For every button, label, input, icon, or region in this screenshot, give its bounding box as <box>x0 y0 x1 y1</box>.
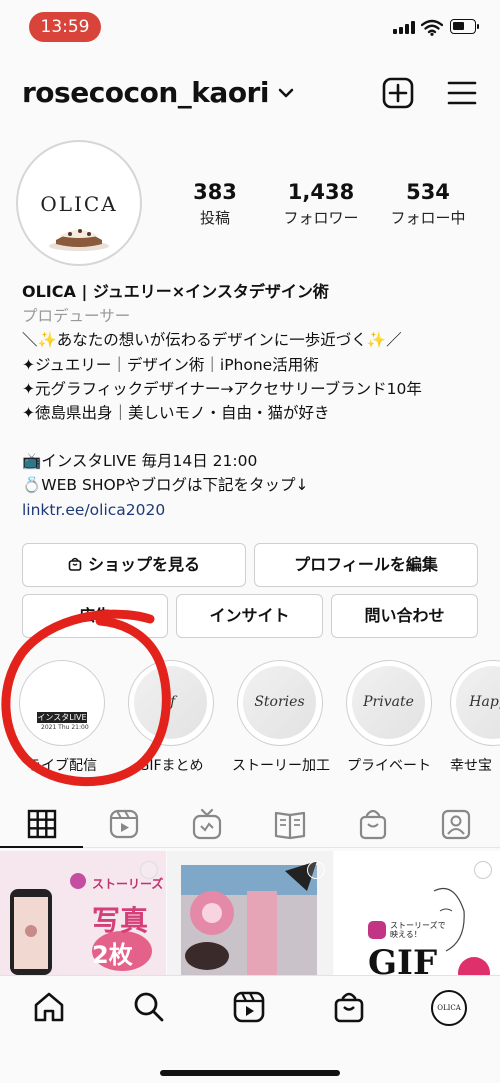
post-thumbnail[interactable] <box>167 851 333 975</box>
highlight-label: 幸せ宝 <box>450 758 492 774</box>
profile-bio: OLICA | ジュエリー×インスタデザイン術 プロデューサー ＼✨あなたの想い… <box>22 280 492 522</box>
home-icon[interactable] <box>32 990 66 1024</box>
highlight-cover: Private <box>346 660 432 746</box>
bio-line: ✦徳島県出身｜美しいモノ・自由・猫が好き <box>22 404 330 423</box>
stat-following[interactable]: 534 フォロー中 <box>373 180 483 228</box>
followers-label: フォロワー <box>283 209 359 227</box>
stat-posts[interactable]: 383 投稿 <box>160 180 270 228</box>
category-label: プロデューサー <box>22 307 131 326</box>
highlight-label: GIFまとめ <box>138 758 204 774</box>
avatar: OLICA <box>24 148 134 258</box>
search-icon[interactable] <box>132 990 166 1024</box>
highlight-image: インスタLIVE 2021 Thu 21:00 <box>25 666 98 739</box>
profile-avatar-tab[interactable]: OLICA <box>431 990 467 1026</box>
edit-profile-label: プロフィールを編集 <box>294 555 438 574</box>
shop-icon[interactable] <box>332 990 366 1024</box>
highlight-item[interactable]: if GIFまとめ <box>123 660 219 775</box>
post-thumbnail[interactable]: ストーリーズ 写真 2枚 <box>0 851 166 975</box>
home-indicator <box>160 1070 340 1076</box>
new-post-icon[interactable] <box>382 77 414 109</box>
bio-line: ＼✨あなたの想いが伝わるデザインに一歩近づく✨／ <box>22 331 402 350</box>
followers-count: 1,438 <box>287 180 355 204</box>
ads-button-label: 広告 <box>78 606 111 625</box>
post-title: GIF <box>368 943 438 975</box>
post-title: 2枚 <box>92 941 133 969</box>
edit-profile-button[interactable]: プロフィールを編集 <box>254 543 478 587</box>
status-bar: 13:59 <box>0 0 500 54</box>
live-badge: インスタLIVE <box>37 712 87 723</box>
highlight-label: プライベート <box>347 758 431 774</box>
posts-label: 投稿 <box>199 209 230 227</box>
avatar-logo-text: OLICA <box>40 192 118 216</box>
insights-button-label: インサイト <box>209 606 290 625</box>
chevron-down-icon[interactable] <box>278 86 294 100</box>
insights-button[interactable]: インサイト <box>176 594 323 638</box>
highlight-item[interactable]: Happy 幸せ宝 <box>450 660 500 775</box>
post-grid: ストーリーズ 写真 2枚 ストーリーズで 映える！ GIF <box>0 851 500 975</box>
menu-icon[interactable] <box>446 77 478 109</box>
highlight-cover: if <box>128 660 214 746</box>
profile-tabs <box>0 800 500 848</box>
wifi-icon <box>421 19 443 36</box>
highlight-cover-text: Stories <box>243 666 316 739</box>
post-title: 写真 <box>92 904 149 937</box>
highlight-cover: インスタLIVE 2021 Thu 21:00 <box>19 660 105 746</box>
highlight-item[interactable]: Stories ストーリー加工 <box>232 660 330 775</box>
bio-line: 📺インスタLIVE 毎月14日 21:00 <box>22 452 258 471</box>
profile-header: rosecocon_kaori <box>0 66 500 122</box>
display-name: OLICA | ジュエリー×インスタデザイン術 <box>22 282 329 301</box>
shop-button[interactable]: ショップを見る <box>22 543 246 587</box>
highlight-item[interactable]: インスタLIVE 2021 Thu 21:00 ライブ配信 <box>14 660 110 775</box>
guides-tab-icon[interactable] <box>272 806 308 842</box>
username[interactable]: rosecocon_kaori <box>22 76 269 109</box>
live-date: 2021 Thu 21:00 <box>41 724 89 731</box>
following-count: 534 <box>406 180 450 204</box>
select-circle[interactable] <box>474 861 492 879</box>
contact-button[interactable]: 問い合わせ <box>331 594 478 638</box>
tagged-tab-icon[interactable] <box>438 806 474 842</box>
bio-line: ✦ジュエリー｜デザイン術｜iPhone活用術 <box>22 355 319 374</box>
highlight-cover-text: Happy <box>456 666 500 739</box>
profile-avatar[interactable]: OLICA <box>16 140 142 266</box>
select-circle[interactable] <box>307 861 325 879</box>
highlight-label: ライブ配信 <box>27 758 97 774</box>
post-thumbnail[interactable]: ストーリーズで 映える！ GIF <box>334 851 500 975</box>
active-tab-indicator <box>0 846 83 848</box>
stat-followers[interactable]: 1,438 フォロワー <box>266 180 376 228</box>
ads-button[interactable]: 広告 <box>22 594 168 638</box>
shop-button-label: ショップを見る <box>87 555 200 574</box>
posts-count: 383 <box>193 180 237 204</box>
reels-tab-icon[interactable] <box>106 806 142 842</box>
highlight-item[interactable]: Private プライベート <box>341 660 437 775</box>
bio-link[interactable]: linktr.ee/olica2020 <box>22 498 492 522</box>
reels-icon[interactable] <box>232 990 266 1024</box>
grid-tab-icon[interactable] <box>24 806 60 842</box>
highlight-label: ストーリー加工 <box>232 758 330 774</box>
igtv-tab-icon[interactable] <box>189 806 225 842</box>
cake-image <box>49 229 109 251</box>
bio-line: 💍WEB SHOPやブログは下記をタップ↓ <box>22 476 309 495</box>
avatar-mini-text: OLICA <box>437 1004 461 1012</box>
following-label: フォロー中 <box>390 209 466 227</box>
shop-tab-icon[interactable] <box>355 806 391 842</box>
shopping-bag-icon <box>68 557 82 571</box>
post-tag: ストーリーズで 映える！ <box>390 921 446 939</box>
bio-line: ✦元グラフィックデザイナー→アクセサリーブランド10年 <box>22 379 422 398</box>
bottom-navigation: OLICA <box>0 975 500 1083</box>
highlight-cover: Happy <box>450 660 500 746</box>
cellular-signal-icon <box>393 21 415 34</box>
highlight-cover-text: Private <box>352 666 425 739</box>
status-time: 13:59 <box>29 12 101 42</box>
highlight-cover-text: if <box>134 666 207 739</box>
highlight-cover: Stories <box>237 660 323 746</box>
select-circle[interactable] <box>140 861 158 879</box>
contact-button-label: 問い合わせ <box>364 606 445 625</box>
battery-icon <box>450 19 479 34</box>
